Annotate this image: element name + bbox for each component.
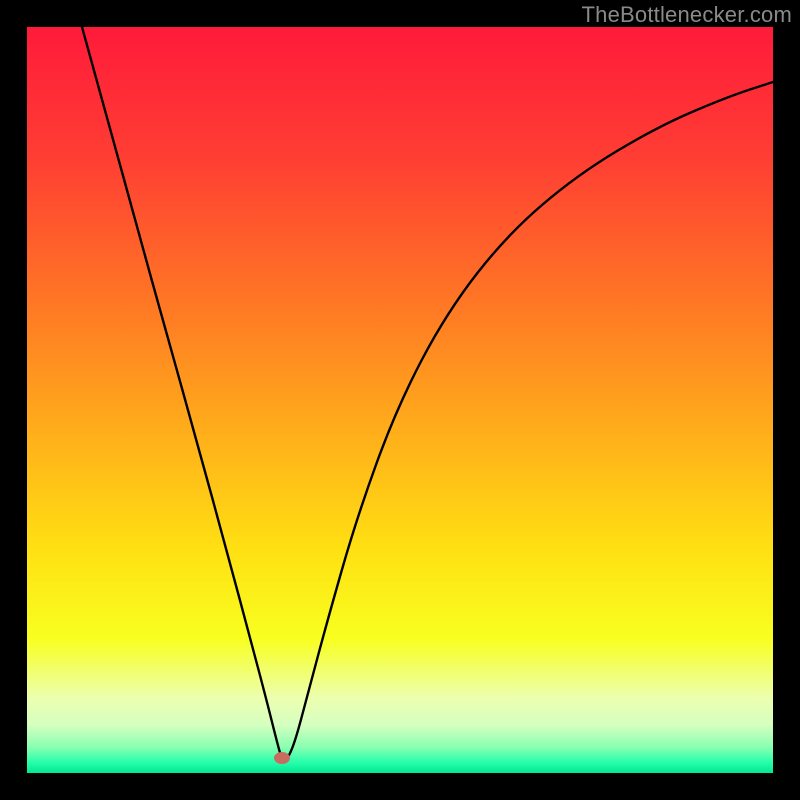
plot-area: [27, 27, 773, 773]
chart-frame: TheBottlenecker.com: [0, 0, 800, 800]
optimal-point-marker: [274, 752, 290, 764]
bottleneck-curve: [82, 27, 773, 760]
watermark-text: TheBottlenecker.com: [582, 2, 792, 28]
curve-layer: [27, 27, 773, 773]
